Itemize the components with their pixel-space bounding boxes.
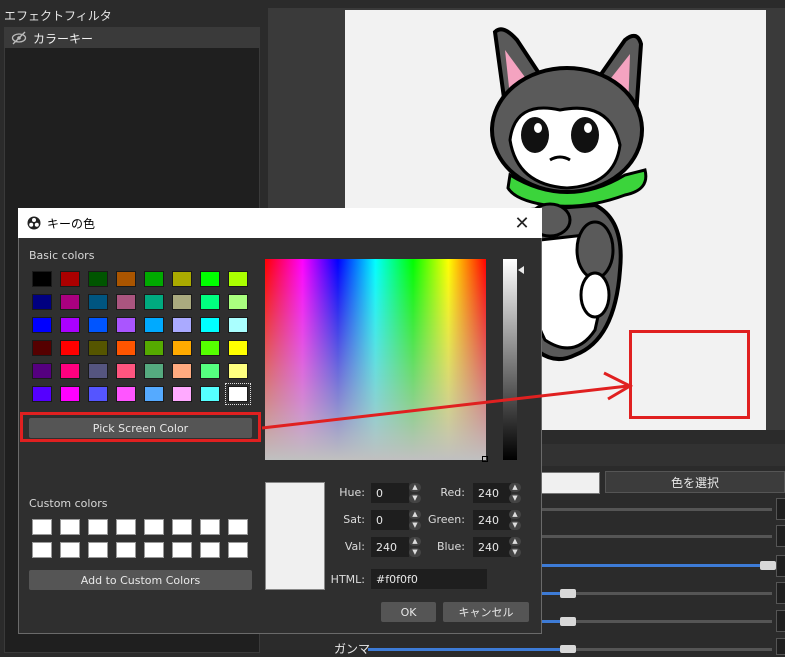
- annotation-arrow: [261, 371, 634, 430]
